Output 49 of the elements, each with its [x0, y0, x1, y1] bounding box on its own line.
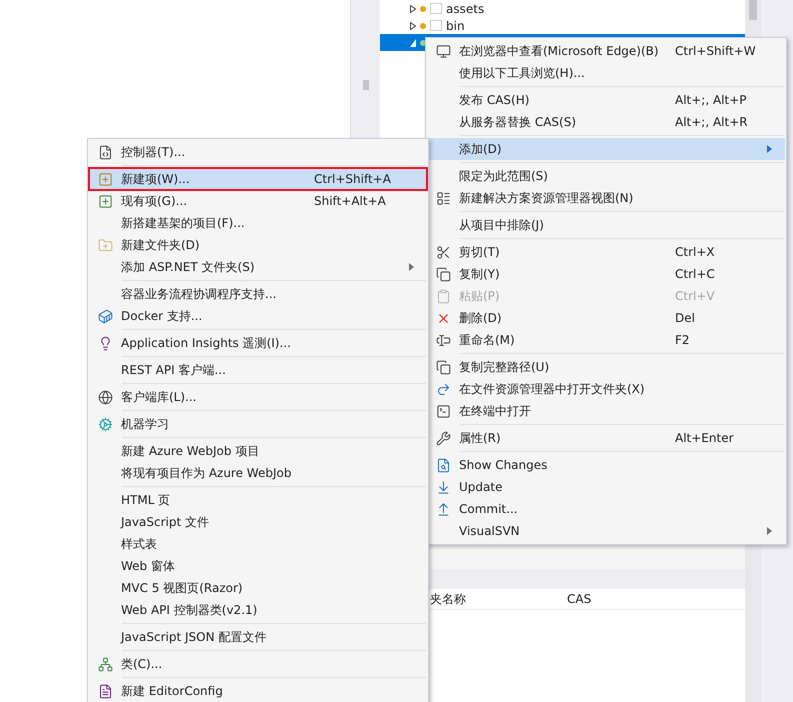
menu-item[interactable]: 复制完整路径(U) [427, 356, 785, 378]
tree-item[interactable]: assets [380, 0, 745, 17]
menu-item[interactable]: 控制器(T)... [89, 141, 427, 163]
menu-item[interactable]: VisualSVN [427, 520, 785, 542]
menu-item[interactable]: 发布 CAS(H) Alt+;, Alt+P [427, 89, 785, 111]
tree-item[interactable]: bin [380, 17, 745, 34]
menu-item[interactable]: 添加(D) [427, 138, 785, 160]
menu-item[interactable]: 将现有项目作为 Azure WebJob [89, 462, 427, 484]
menu-item[interactable]: JavaScript JSON 配置文件 [89, 626, 427, 648]
menu-item[interactable]: 容器业务流程协调程序支持... [89, 283, 427, 305]
menu-item[interactable]: 在终端中打开 [427, 400, 785, 422]
menu-item[interactable]: 删除(D) Del [427, 307, 785, 329]
menu-item[interactable]: 属性(R) Alt+Enter [427, 427, 785, 449]
menu-item[interactable]: 机器学习 [89, 413, 427, 435]
menu-item[interactable]: 新建文件夹(D) [89, 234, 427, 256]
menu-item[interactable]: Show Changes [427, 454, 785, 476]
menu-item[interactable]: 新建解决方案资源管理器视图(N) [427, 187, 785, 209]
menu-item[interactable]: 在浏览器中查看(Microsoft Edge)(B) Ctrl+Shift+W [427, 40, 785, 62]
menu-item[interactable]: 添加 ASP.NET 文件夹(S) [89, 256, 427, 278]
menu-item[interactable]: 现有项(G)... Shift+Alt+A [89, 190, 427, 212]
menu-item[interactable]: Docker 支持... [89, 305, 427, 327]
menu-item[interactable]: Commit... [427, 498, 785, 520]
menu-item[interactable]: Web API 控制器类(v2.1) [89, 599, 427, 621]
menu-item[interactable]: 重命名(M) F2 [427, 329, 785, 351]
menu-item[interactable]: 从项目中排除(J) [427, 214, 785, 236]
menu-item[interactable]: 复制(Y) Ctrl+C [427, 263, 785, 285]
menu-item[interactable]: 在文件资源管理器中打开文件夹(X) [427, 378, 785, 400]
menu-item[interactable]: 剪切(T) Ctrl+X [427, 241, 785, 263]
menu-item[interactable]: Web 窗体 [89, 555, 427, 577]
menu-item[interactable]: REST API 客户端... [89, 359, 427, 381]
menu-item[interactable]: 样式表 [89, 533, 427, 555]
menu-item[interactable]: 客户端库(L)... [89, 386, 427, 408]
menu-item[interactable]: MVC 5 视图页(Razor) [89, 577, 427, 599]
tree-item-label: bin [446, 18, 465, 32]
menu-item[interactable]: 从服务器替换 CAS(S) Alt+;, Alt+R [427, 111, 785, 133]
menu-item[interactable]: 类(C)... [89, 653, 427, 675]
property-name: 夹名称 [429, 590, 467, 608]
menu-item[interactable]: JavaScript 文件 [89, 511, 427, 533]
menu-item[interactable]: HTML 页 [89, 489, 427, 511]
menu-item[interactable]: 新搭建基架的项目(F)... [89, 212, 427, 234]
property-value: CAS [567, 592, 592, 606]
menu-item[interactable]: 新建 EditorConfig [89, 680, 427, 702]
menu-item[interactable]: 使用以下工具浏览(H)... [427, 62, 785, 84]
menu-item[interactable]: 新建项(W)... Ctrl+Shift+A [89, 168, 427, 190]
menu-item[interactable]: Update [427, 476, 785, 498]
menu-item[interactable]: 新建 Azure WebJob 项目 [89, 440, 427, 462]
menu-item[interactable]: 限定为此范围(S) [427, 165, 785, 187]
menu-item[interactable]: Application Insights 遥测(I)... [89, 332, 427, 354]
tree-item-label: assets [446, 2, 484, 16]
